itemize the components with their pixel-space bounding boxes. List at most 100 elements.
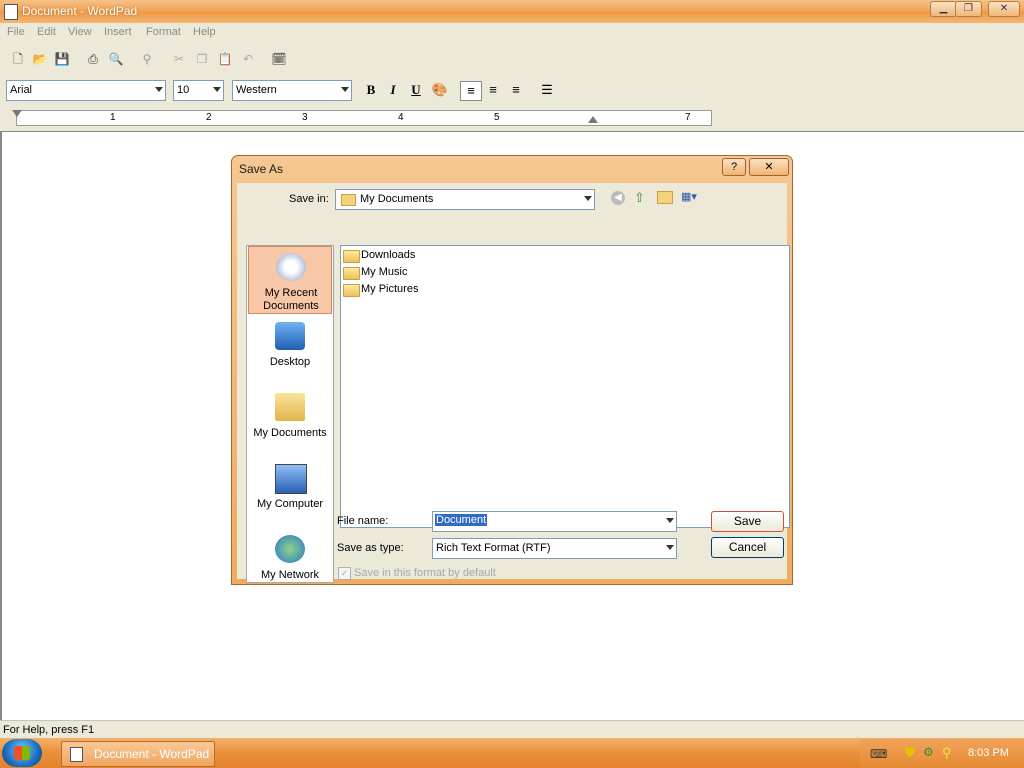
default-format-label: Save in this format by default — [354, 567, 496, 579]
ruler: 1 2 3 4 5 7 — [0, 104, 1024, 132]
save-in-value: My Documents — [360, 193, 434, 205]
ruler-strip: 1 2 3 4 5 7 — [16, 110, 712, 126]
place-desktop[interactable]: Desktop — [248, 316, 332, 384]
desktop-icon — [275, 322, 305, 350]
taskbar-label: Document - WordPad — [94, 747, 210, 761]
align-center-icon[interactable]: ≡ — [484, 81, 502, 99]
chevron-down-icon — [213, 87, 221, 92]
font-select[interactable]: Arial — [6, 80, 166, 101]
shield-icon[interactable]: ⛊ — [905, 745, 915, 761]
my-network-icon — [275, 535, 305, 563]
dialog-title: Save As — [239, 162, 284, 176]
minimize-button[interactable]: ▁ — [930, 1, 957, 17]
view-menu-icon[interactable]: ▦▾ — [681, 190, 701, 204]
menu-file[interactable]: File — [7, 26, 25, 38]
save-in-select[interactable]: My Documents — [335, 189, 595, 210]
menu-help[interactable]: Help — [193, 26, 216, 38]
place-label: My Documents — [253, 427, 327, 439]
place-my-documents[interactable]: My Documents — [248, 387, 332, 455]
align-left-icon[interactable]: ≡ — [460, 81, 482, 101]
cut-icon[interactable]: ✂ — [170, 50, 188, 68]
back-icon[interactable]: ◀ — [611, 191, 625, 205]
status-text: For Help, press F1 — [3, 724, 95, 736]
status-bar: For Help, press F1 — [0, 720, 1024, 739]
bullets-icon[interactable]: ☰ — [538, 81, 556, 99]
ruler-tick: 2 — [206, 112, 212, 123]
place-recent-documents[interactable]: My Recent Documents — [248, 246, 332, 314]
help-button[interactable]: ? — [722, 158, 746, 176]
chevron-down-icon — [155, 87, 163, 92]
recent-documents-icon — [276, 253, 306, 281]
default-format-checkbox[interactable]: ✓ — [338, 567, 351, 580]
menu-bar: File Edit View Insert Format Help — [0, 23, 1024, 43]
file-name: My Music — [361, 266, 408, 278]
save-in-label: Save in: — [289, 193, 329, 205]
folder-icon — [343, 250, 360, 263]
menu-insert[interactable]: Insert — [104, 26, 132, 38]
place-my-network[interactable]: My Network — [248, 529, 332, 597]
font-size-select[interactable]: 10 — [173, 80, 224, 101]
save-type-label: Save as type: — [337, 542, 404, 554]
bold-button[interactable]: B — [362, 81, 380, 99]
chevron-down-icon — [666, 518, 674, 523]
new-document-icon[interactable]: 🗋 — [9, 50, 27, 68]
start-button[interactable] — [2, 739, 42, 767]
save-button[interactable]: Save — [711, 511, 784, 532]
network-status-icon[interactable]: ⚙ — [923, 745, 934, 759]
search-icon[interactable]: ⚲ — [942, 745, 952, 761]
italic-button[interactable]: I — [384, 81, 402, 99]
font-size-value: 10 — [177, 84, 190, 96]
dialog-body: Save in: My Documents ◀ ⇧ ▦▾ My Recent D… — [237, 183, 790, 583]
chevron-down-icon — [341, 87, 349, 92]
dialog-close-button[interactable]: ✕ — [749, 158, 789, 176]
close-button[interactable]: ✕ — [988, 1, 1020, 17]
save-type-select[interactable]: Rich Text Format (RTF) — [432, 538, 677, 559]
restore-button[interactable]: ❐ — [955, 1, 982, 17]
folder-icon — [341, 194, 356, 206]
new-folder-icon[interactable] — [657, 191, 673, 204]
print-preview-icon[interactable]: 🔍 — [107, 50, 125, 68]
up-folder-icon[interactable]: ⇧ — [634, 190, 645, 206]
cancel-button[interactable]: Cancel — [711, 537, 784, 558]
script-select[interactable]: Western — [232, 80, 352, 101]
pictures-folder-icon — [343, 284, 360, 297]
save-as-dialog: Save As ? ✕ Save in: My Documents ◀ ⇧ ▦▾… — [231, 155, 793, 585]
ruler-tick: 7 — [685, 112, 691, 123]
font-value: Arial — [10, 84, 33, 96]
file-name: Downloads — [361, 249, 416, 261]
save-type-value: Rich Text Format (RTF) — [436, 542, 551, 554]
color-palette-icon[interactable]: 🎨 — [431, 81, 449, 99]
chevron-down-icon — [584, 196, 592, 201]
place-my-computer[interactable]: My Computer — [248, 458, 332, 526]
menu-view[interactable]: View — [68, 26, 92, 38]
title-bar: Document - WordPad ▁ ❐ ✕ — [0, 0, 1024, 23]
menu-format[interactable]: Format — [146, 26, 181, 38]
align-right-icon[interactable]: ≡ — [507, 81, 525, 99]
wordpad-icon — [70, 747, 83, 762]
place-label: My Computer — [256, 498, 324, 510]
open-folder-icon[interactable]: 📂 — [31, 50, 49, 68]
taskbar-wordpad-button[interactable]: Document - WordPad — [61, 741, 215, 767]
menu-edit[interactable]: Edit — [37, 26, 56, 38]
print-icon[interactable]: ⎙ — [84, 50, 102, 68]
keyboard-icon[interactable]: ⌨ — [870, 747, 887, 761]
script-value: Western — [236, 84, 277, 96]
underline-button[interactable]: U — [407, 81, 425, 99]
ruler-tick: 4 — [398, 112, 404, 123]
left-indent-marker[interactable] — [12, 110, 22, 117]
copy-icon[interactable]: ❐ — [193, 50, 211, 68]
chevron-down-icon — [666, 545, 674, 550]
file-name-label: File name: — [337, 515, 389, 527]
ruler-tick: 1 — [110, 112, 116, 123]
clock: 8:03 PM — [968, 747, 1009, 759]
my-documents-icon — [275, 393, 305, 421]
right-indent-marker[interactable] — [588, 116, 598, 123]
file-list[interactable]: Downloads My Music My Pictures — [340, 245, 790, 528]
file-name-field[interactable]: Document — [432, 511, 677, 532]
paste-icon[interactable]: 📋 — [216, 50, 234, 68]
save-disk-icon[interactable]: 💾 — [53, 50, 71, 68]
find-icon[interactable]: ⚲ — [138, 50, 156, 68]
insert-datetime-icon[interactable]: 🗓 — [270, 50, 288, 68]
undo-icon[interactable]: ↶ — [239, 50, 257, 68]
file-name: My Pictures — [361, 283, 419, 295]
